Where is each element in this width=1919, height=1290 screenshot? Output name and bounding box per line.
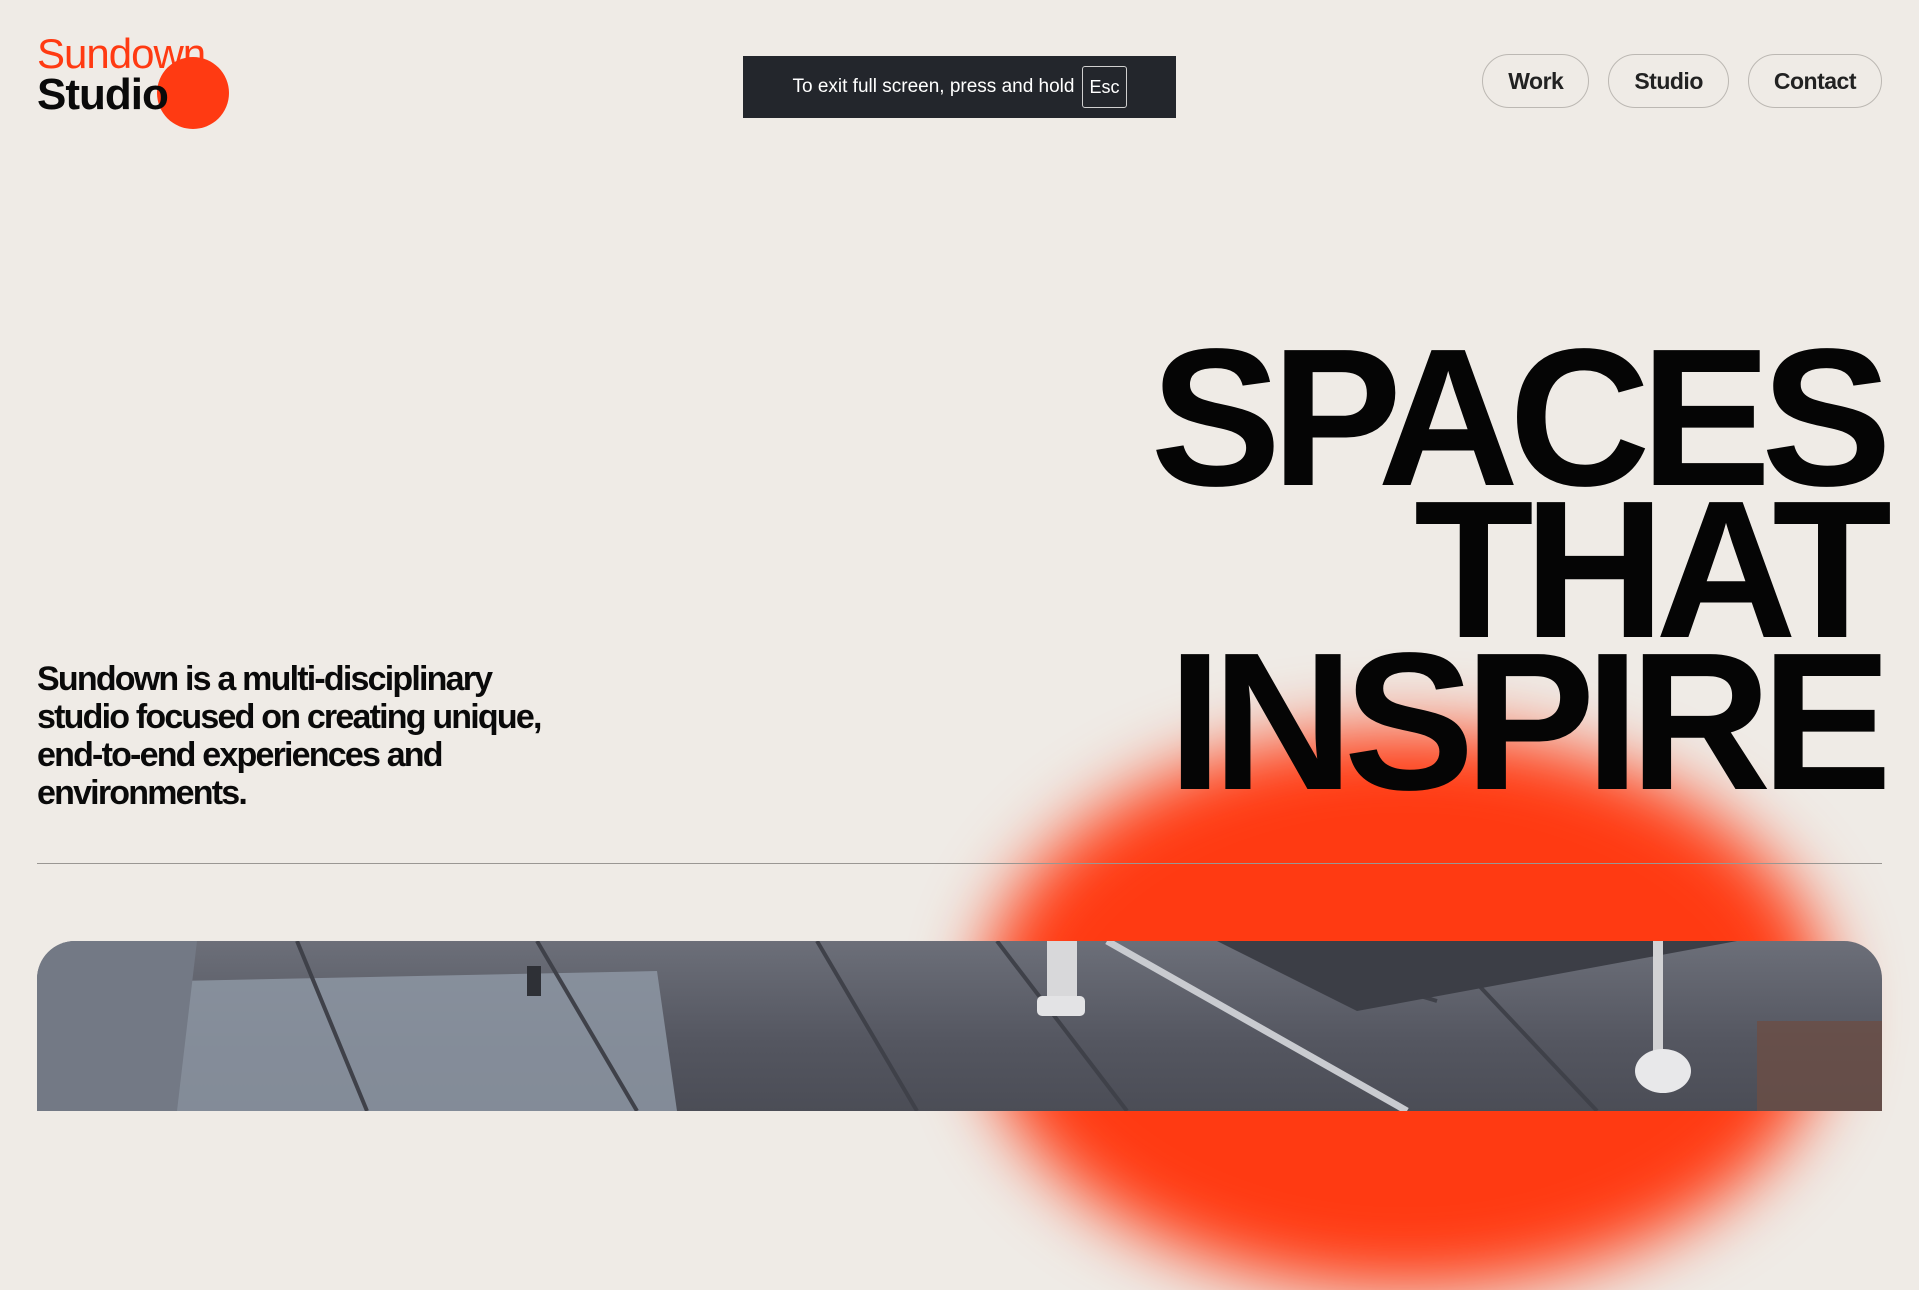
main-nav: Work Studio Contact — [1482, 54, 1882, 108]
section-divider — [37, 863, 1882, 864]
esc-key-hint: Esc — [1082, 66, 1127, 108]
security-camera — [1635, 1049, 1691, 1093]
logo[interactable]: Sundown Studio — [37, 32, 237, 132]
ceiling-pipe — [1047, 941, 1077, 1001]
nav-studio-button[interactable]: Studio — [1608, 54, 1729, 108]
headline-line-3: INSPIRE — [1167, 612, 1892, 831]
fullscreen-exit-notice: To exit full screen, press and hold Esc — [743, 56, 1176, 118]
hero-image — [37, 941, 1882, 1111]
fullscreen-exit-text: To exit full screen, press and hold — [792, 76, 1075, 97]
hero-headline: SPACES THAT INSPIRE — [1151, 320, 1892, 831]
hero-image-scene — [37, 941, 1882, 1111]
nav-work-button[interactable]: Work — [1482, 54, 1590, 108]
studio-intro-text: Sundown is a multi-disciplinary studio f… — [37, 660, 542, 812]
nav-contact-button[interactable]: Contact — [1747, 54, 1882, 108]
logo-wordmark-line2: Studio — [37, 70, 169, 119]
